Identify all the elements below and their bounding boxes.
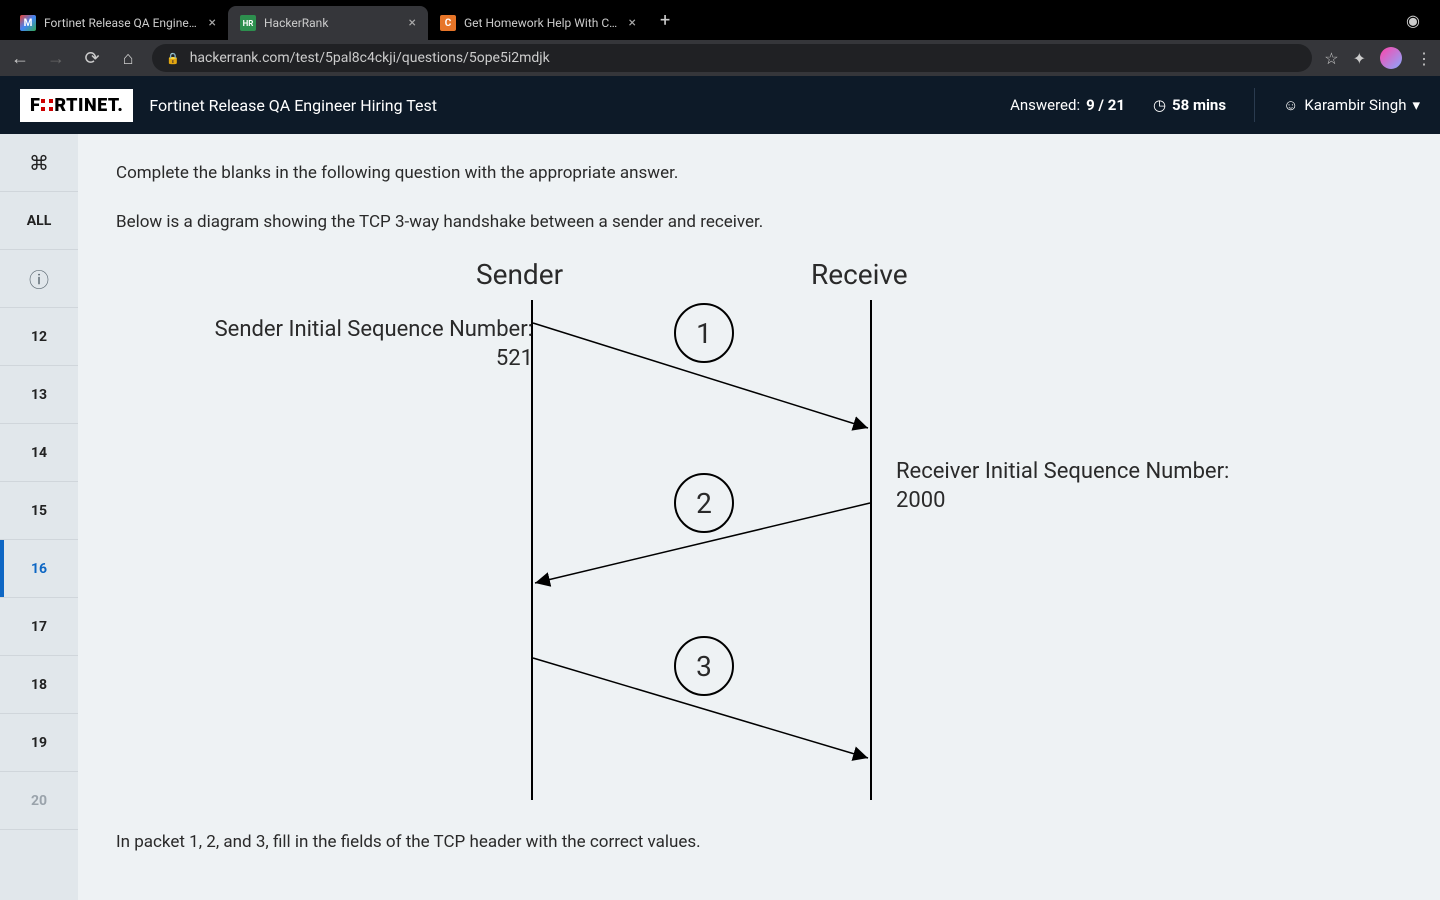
address-bar[interactable]: 🔒 hackerrank.com/test/5pal8c4ckji/questi… (152, 44, 1312, 72)
tab-title: HackerRank (264, 16, 401, 30)
sidebar-command[interactable]: ⌘ (0, 134, 78, 192)
sidebar-q16[interactable]: 16 (0, 540, 78, 598)
app-body: ⌘ ALL ⓘ 12 13 14 15 16 17 18 19 20 Compl… (0, 134, 1440, 900)
url-text: hackerrank.com/test/5pal8c4ckji/question… (190, 50, 550, 66)
sidebar-q15[interactable]: 15 (0, 482, 78, 540)
chevron-down-icon: ▾ (1412, 96, 1420, 114)
question-content: Complete the blanks in the following que… (78, 134, 1440, 900)
user-name: Karambir Singh (1304, 96, 1406, 114)
logo-text: RTINET. (54, 95, 123, 116)
tab-overflow-icon[interactable]: ◉ (1394, 11, 1432, 30)
new-tab-button[interactable]: + (648, 10, 682, 31)
tcp-handshake-diagram: Sender Receive Sender Initial Sequence N… (116, 258, 1276, 808)
chegg-icon: C (440, 15, 456, 31)
browser-tab-strip: M Fortinet Release QA Engineer H × HR Ha… (0, 0, 1440, 40)
divider (1254, 88, 1255, 122)
browser-toolbar: ← → ⟳ ⌂ 🔒 hackerrank.com/test/5pal8c4ckj… (0, 40, 1440, 76)
user-icon: ☺ (1283, 96, 1298, 114)
user-menu[interactable]: ☺ Karambir Singh ▾ (1283, 96, 1420, 114)
close-icon[interactable]: × (409, 15, 416, 31)
sidebar-q14[interactable]: 14 (0, 424, 78, 482)
sidebar-q20[interactable]: 20 (0, 772, 78, 830)
sidebar-q12[interactable]: 12 (0, 308, 78, 366)
app-header: F RTINET. Fortinet Release QA Engineer Hi… (0, 76, 1440, 134)
reload-button[interactable]: ⟳ (80, 48, 104, 69)
browser-tab-hackerrank[interactable]: HR HackerRank × (228, 6, 428, 40)
logo-mark (41, 99, 53, 111)
question-instruction: Complete the blanks in the following que… (116, 160, 1330, 187)
fortinet-logo: F RTINET. (20, 89, 133, 122)
back-button[interactable]: ← (8, 48, 32, 69)
sidebar-q19[interactable]: 19 (0, 714, 78, 772)
question-description: Below is a diagram showing the TCP 3-way… (116, 209, 1330, 236)
profile-avatar[interactable] (1380, 47, 1402, 69)
browser-tab-gmail[interactable]: M Fortinet Release QA Engineer H × (8, 6, 228, 40)
test-title: Fortinet Release QA Engineer Hiring Test (149, 96, 437, 115)
tab-title: Get Homework Help With Cheg (464, 16, 621, 30)
packet-2-marker: 2 (674, 473, 734, 533)
question-footer: In packet 1, 2, and 3, fill in the field… (116, 832, 1330, 852)
answered-counter: Answered: 9 / 21 (1010, 96, 1125, 114)
packet-3-marker: 3 (674, 636, 734, 696)
logo-text: F (30, 95, 40, 116)
header-right: Answered: 9 / 21 ◷ 58 mins ☺ Karambir Si… (1010, 88, 1420, 122)
gmail-icon: M (20, 15, 36, 31)
close-icon[interactable]: × (629, 15, 636, 31)
time-remaining: ◷ 58 mins (1153, 96, 1226, 114)
bookmark-icon[interactable]: ☆ (1324, 49, 1338, 68)
sidebar-all[interactable]: ALL (0, 192, 78, 250)
toolbar-actions: ☆ ✦ ⋮ (1324, 47, 1432, 69)
menu-icon[interactable]: ⋮ (1416, 49, 1432, 68)
browser-tab-chegg[interactable]: C Get Homework Help With Cheg × (428, 6, 648, 40)
home-button[interactable]: ⌂ (116, 48, 140, 69)
tab-title: Fortinet Release QA Engineer H (44, 16, 201, 30)
forward-button[interactable]: → (44, 48, 68, 69)
hackerrank-icon: HR (240, 15, 256, 31)
question-sidebar: ⌘ ALL ⓘ 12 13 14 15 16 17 18 19 20 (0, 134, 78, 900)
clock-icon: ◷ (1153, 96, 1166, 114)
packet-1-marker: 1 (674, 303, 734, 363)
extensions-icon[interactable]: ✦ (1353, 49, 1366, 68)
lock-icon: 🔒 (166, 52, 180, 65)
sidebar-q17[interactable]: 17 (0, 598, 78, 656)
sidebar-q18[interactable]: 18 (0, 656, 78, 714)
sidebar-info-icon[interactable]: ⓘ (0, 250, 78, 308)
sidebar-q13[interactable]: 13 (0, 366, 78, 424)
close-icon[interactable]: × (209, 15, 216, 31)
